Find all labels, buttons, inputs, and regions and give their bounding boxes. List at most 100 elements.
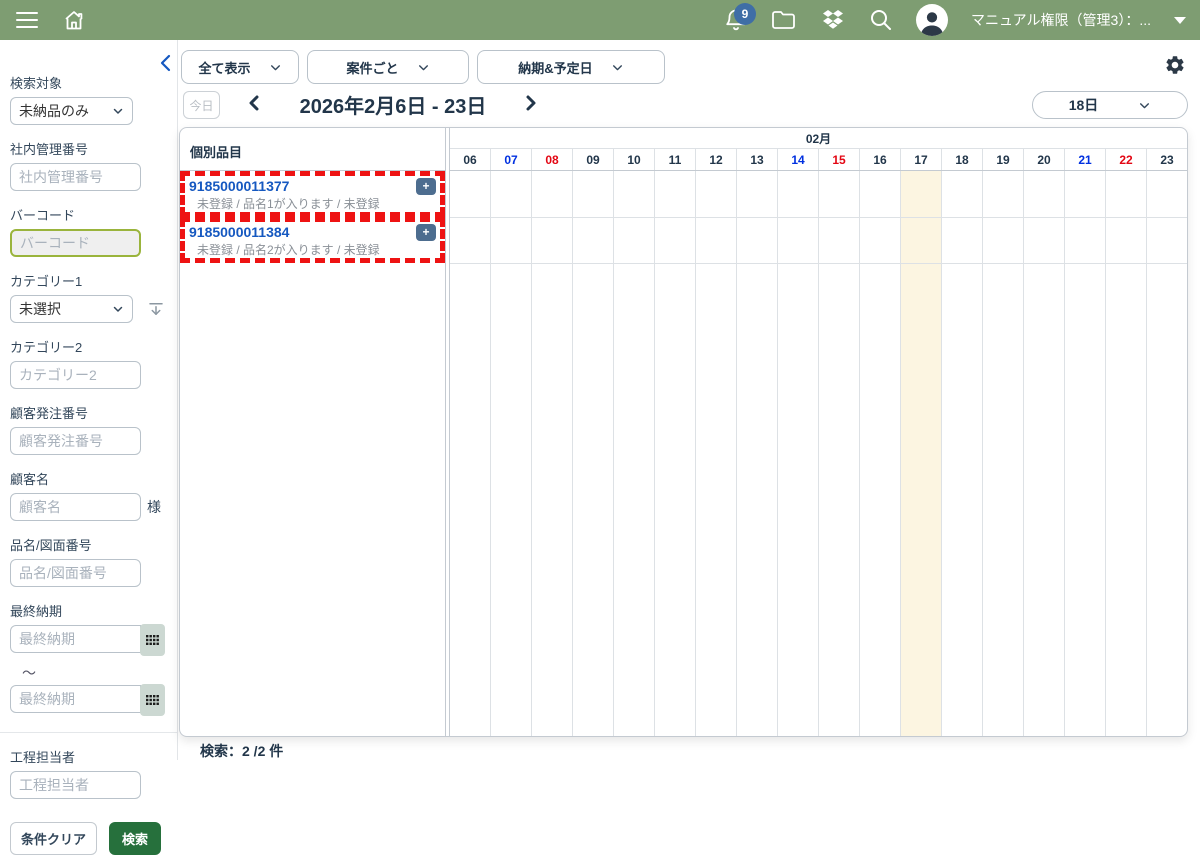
day-header-cell: 14 [777,149,818,170]
day-header-cell: 20 [1023,149,1064,170]
hamburger-menu-icon[interactable] [16,12,38,28]
item-status-text: 未登録 / 品名1が入ります / 未登録 [185,194,440,212]
due-to-calendar-button[interactable] [140,684,165,716]
calendar-column [531,171,572,736]
date-type-filter-value: 納期&予定日 [518,58,592,77]
home-icon[interactable] [62,8,86,32]
calendar-column [818,171,859,736]
row-separator [450,263,1187,264]
view-filter-bar: 全て表示 案件ごと 納期&予定日 [181,50,665,84]
today-button[interactable]: 今日 [183,91,220,119]
search-button[interactable]: 検索 [109,822,161,855]
calendar-column [736,171,777,736]
calendar-column [572,171,613,736]
search-icon[interactable] [869,8,893,32]
category1-select[interactable]: 未選択 [10,295,133,323]
day-header-cell: 19 [982,149,1023,170]
internal-no-input[interactable] [10,163,141,191]
day-header-cell: 23 [1146,149,1187,170]
search-result-count: 検索：2 /2 件 [200,741,283,761]
item-list: 9185000011377未登録 / 品名1が入ります / 未登録+918500… [180,171,445,263]
calendar-column [450,171,490,736]
barcode-label: バーコード [10,205,167,224]
day-header-cell: 11 [654,149,695,170]
today-column [900,171,941,736]
day-header-cell: 15 [818,149,859,170]
clear-conditions-button[interactable]: 条件クリア [10,822,97,855]
dropbox-icon[interactable] [820,8,846,32]
grouping-filter-value: 案件ごと [346,58,398,77]
search-sidebar: 検索対象 未納品のみ 社内管理番号 バーコード カテゴリー1 未選択 カテゴリー… [0,40,178,760]
chevron-down-icon [112,303,124,315]
search-target-value: 未納品のみ [19,101,89,121]
process-staff-label: 工程担当者 [10,747,167,766]
category2-input[interactable] [10,361,141,389]
day-header-cell: 06 [450,149,490,170]
calendar-grid-icon [146,635,159,646]
day-header-cell: 13 [736,149,777,170]
day-header-cell: 18 [941,149,982,170]
day-header-cell: 08 [531,149,572,170]
calendar-column [1064,171,1105,736]
day-header-cell: 17 [900,149,941,170]
chevron-down-icon [611,61,624,74]
calendar-grid-icon [146,695,159,706]
user-avatar[interactable] [916,4,948,36]
calendar-column [982,171,1023,736]
customer-order-input[interactable] [10,427,141,455]
settings-gear-icon[interactable] [1164,54,1186,76]
day-header-cell: 07 [490,149,531,170]
process-staff-input[interactable] [10,771,141,799]
calendar-column [613,171,654,736]
item-row[interactable]: 9185000011384未登録 / 品名2が入ります / 未登録+ [180,217,445,263]
range-length-select[interactable]: 18日 [1032,91,1188,119]
customer-name-label: 顧客名 [10,469,167,488]
final-due-label: 最終納期 [10,601,167,620]
folder-icon[interactable] [771,9,797,31]
display-filter-select[interactable]: 全て表示 [181,50,299,84]
search-target-select[interactable]: 未納品のみ [10,97,133,125]
item-id-link[interactable]: 9185000011384 [185,222,440,240]
day-header-cell: 22 [1105,149,1146,170]
item-status-text: 未登録 / 品名2が入ります / 未登録 [185,240,440,258]
calendar-column [859,171,900,736]
item-name-label: 品名/図面番号 [10,535,167,554]
month-label: 02月 [806,130,831,147]
customer-order-label: 顧客発注番号 [10,403,167,422]
customer-name-input[interactable] [10,493,141,521]
collapse-to-bottom-icon[interactable] [147,300,165,318]
due-from-input[interactable] [10,625,141,653]
calendar-column [1146,171,1187,736]
due-to-input[interactable] [10,685,141,713]
calendar-column [490,171,531,736]
topbar: 9 マニュ [0,0,1200,40]
user-menu-caret-icon[interactable] [1174,17,1186,24]
date-type-filter-select[interactable]: 納期&予定日 [477,50,665,84]
calendar-column [941,171,982,736]
display-filter-value: 全て表示 [198,58,250,77]
next-period-icon[interactable] [524,94,538,112]
month-header: 02月 [450,128,1187,149]
prev-period-icon[interactable] [247,94,261,112]
item-id-link[interactable]: 9185000011377 [185,176,440,194]
chevron-down-icon [112,105,124,117]
notification-bell-icon[interactable]: 9 [724,7,748,33]
due-range-tilde: 〜 [22,663,167,683]
date-range-title: 2026年2月6日 - 23日 [268,90,518,119]
calendar-body [450,171,1187,736]
calendar-grid: 02月 060708091011121314151617181920212223 [450,128,1187,736]
collapse-sidebar-icon[interactable] [158,53,174,73]
calendar-column [1105,171,1146,736]
barcode-input[interactable] [10,229,141,257]
day-header-cell: 10 [613,149,654,170]
calendar-column [695,171,736,736]
item-column: 個別品目 9185000011377未登録 / 品名1が入ります / 未登録+9… [180,128,445,736]
item-row[interactable]: 9185000011377未登録 / 品名1が入ります / 未登録+ [180,171,445,217]
add-process-button[interactable]: + [416,178,436,195]
day-header-cell: 21 [1064,149,1105,170]
due-from-calendar-button[interactable] [140,624,165,656]
day-header-row: 060708091011121314151617181920212223 [450,149,1187,171]
item-name-input[interactable] [10,559,141,587]
add-process-button[interactable]: + [416,224,436,241]
grouping-filter-select[interactable]: 案件ごと [307,50,469,84]
